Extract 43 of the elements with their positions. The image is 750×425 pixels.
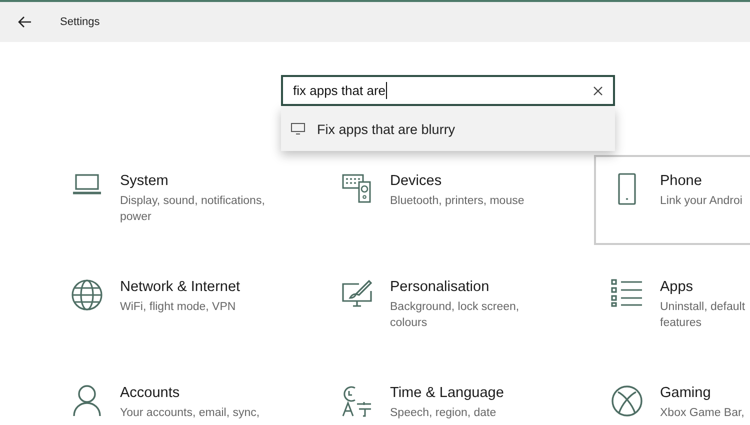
category-description: Speech, region, date — [390, 406, 498, 421]
category-title: Accounts — [120, 385, 181, 401]
category-tile[interactable]: Devices Bluetooth, printers, mouse — [324, 155, 594, 261]
category-title: Gaming — [660, 385, 712, 401]
app-list-icon — [611, 279, 643, 307]
search-field[interactable]: fix apps that are — [281, 75, 615, 106]
category-tile[interactable]: Personalisation Background, lock screen, colours — [324, 261, 594, 367]
category-description: Display, sound, notifications, power — [120, 194, 266, 225]
suggestion-item[interactable]: Fix apps that are blurry — [281, 107, 615, 151]
category-title: Devices — [390, 173, 443, 189]
category-tile[interactable]: Phone Link your Androi — [594, 155, 750, 245]
laptop-icon — [72, 173, 102, 195]
category-description: Uninstall, default features — [660, 300, 746, 331]
category-tile[interactable]: Time & Language Speech, region, date — [324, 367, 594, 425]
category-description: Xbox Game Bar, — [660, 406, 746, 421]
category-description: Bluetooth, printers, mouse — [390, 194, 526, 209]
keyboard-speaker-icon — [342, 173, 372, 203]
category-tile[interactable]: Accounts Your accounts, email, sync, — [54, 367, 324, 425]
search-value: fix apps that are — [293, 83, 386, 98]
category-description: Background, lock screen, colours — [390, 300, 520, 331]
category-tile[interactable]: Gaming Xbox Game Bar, — [594, 367, 750, 425]
xbox-logo-icon — [611, 385, 643, 417]
person-icon — [72, 385, 102, 417]
category-description: Your accounts, email, sync, — [120, 406, 261, 421]
clock-language-icon — [341, 385, 373, 417]
category-title: System — [120, 173, 170, 189]
category-title: Phone — [660, 173, 703, 189]
phone-icon — [617, 173, 637, 205]
category-title: Network & Internet — [120, 279, 242, 295]
category-description: WiFi, flight mode, VPN — [120, 300, 237, 315]
category-description: Link your Androi — [660, 194, 744, 209]
category-tile[interactable]: Network & Internet WiFi, flight mode, VPN — [54, 261, 324, 367]
category-tile[interactable]: Apps Uninstall, default features — [594, 261, 750, 367]
back-arrow-icon — [18, 16, 32, 28]
globe-icon — [71, 279, 103, 311]
category-tile[interactable]: System Display, sound, notifications, power — [54, 155, 324, 261]
window-title: Settings — [60, 16, 100, 28]
close-icon[interactable] — [593, 86, 603, 96]
paintbrush-monitor-icon — [341, 279, 373, 309]
monitor-icon — [291, 123, 305, 135]
category-title: Time & Language — [390, 385, 505, 401]
category-title: Apps — [660, 279, 694, 295]
category-title: Personalisation — [390, 279, 490, 295]
